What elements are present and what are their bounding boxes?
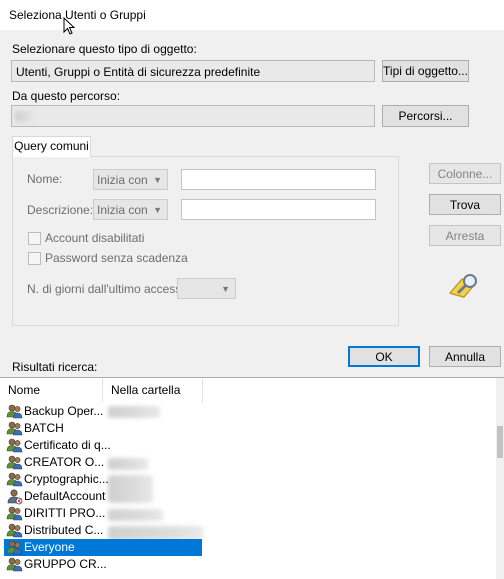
chevron-down-icon: ▼ [153,175,162,185]
description-mode-select[interactable]: Inizia con ▼ [93,199,168,220]
result-name: BATCH [24,421,64,435]
name-input[interactable] [181,169,376,190]
result-name: DIRITTI PRO... [24,506,106,520]
result-row[interactable]: DIRITTI PRO... [4,505,202,522]
window-title: Seleziona Utenti o Gruppi [9,8,146,22]
group-icon [6,505,23,522]
search-results-list[interactable]: Nome Nella cartella Backup Oper... BATCH C… [0,377,504,579]
group-icon [6,437,23,454]
group-icon [6,556,23,573]
ok-button[interactable]: OK [348,346,420,367]
group-icon [6,420,23,437]
result-row[interactable]: Everyone [4,539,202,556]
chevron-down-icon: ▼ [221,284,230,294]
name-label: Nome: [27,172,63,186]
vertical-scrollbar[interactable] [496,378,504,579]
user-icon [6,488,23,505]
name-mode-value: Inizia con [97,173,148,187]
result-row[interactable]: Cryptographic... [4,471,202,488]
tab-common-queries[interactable]: Query comuni [12,136,91,157]
object-types-button[interactable]: Tipi di oggetto... [382,60,469,82]
find-button[interactable]: Trova [429,194,501,215]
title-bar: Seleziona Utenti o Gruppi [0,0,504,30]
search-results-label: Risultati ricerca: [12,360,98,374]
group-icon [6,539,23,556]
days-since-logon-label: N. di giorni dall'ultimo accesso: [27,282,192,296]
result-name: Cryptographic... [24,472,109,486]
locations-button[interactable]: Percorsi... [382,105,469,127]
stop-button[interactable]: Arresta [429,225,501,246]
result-name: CREATOR O... [24,455,105,469]
no-expiry-label: Password senza scadenza [45,251,188,265]
disabled-accounts-checkbox[interactable] [28,232,41,245]
chevron-down-icon: ▼ [153,205,162,215]
days-since-logon-select[interactable]: ▼ [177,278,236,299]
result-row[interactable]: GRUPPO CR... [4,556,202,573]
group-icon [6,471,23,488]
find-now-icon [449,274,477,298]
result-row[interactable]: Distributed C... [4,522,202,539]
column-header-name[interactable]: Nome [0,378,103,402]
result-name: GRUPPO CR... [24,557,107,571]
cancel-button[interactable]: Annulla [429,346,501,367]
object-type-field: Utenti, Gruppi o Entità di sicurezza pre… [11,60,375,82]
location-label: Da questo percorso: [12,89,121,103]
result-name: DefaultAccount [24,489,106,503]
object-type-value: Utenti, Gruppi o Entità di sicurezza pre… [16,65,261,79]
description-mode-value: Inizia con [97,203,148,217]
description-label: Descrizione: [27,203,94,217]
scrollbar-thumb[interactable] [497,426,503,458]
redacted-location [15,111,35,122]
column-header-folder[interactable]: Nella cartella [103,378,203,402]
group-icon [6,454,23,471]
result-name: Distributed C... [24,523,104,537]
name-mode-select[interactable]: Inizia con ▼ [93,169,168,190]
description-input[interactable] [181,199,376,220]
mouse-cursor-icon [63,17,75,35]
group-icon [6,522,23,539]
no-expiry-checkbox[interactable] [28,252,41,265]
result-row[interactable]: BATCH [4,420,202,437]
group-icon [6,403,23,420]
object-type-label: Selezionare questo tipo di oggetto: [12,42,197,56]
result-row[interactable]: CREATOR O... [4,454,202,471]
disabled-accounts-label: Account disabilitati [45,231,145,245]
result-row[interactable]: DefaultAccount [4,488,202,505]
result-name: Backup Oper... [24,404,104,418]
columns-button[interactable]: Colonne... [429,163,501,184]
result-name: Certificato di q... [24,438,111,452]
result-row[interactable]: Certificato di q... [4,437,202,454]
location-field [11,105,375,127]
result-name: Everyone [24,540,75,554]
result-row[interactable]: Backup Oper... [4,403,202,420]
